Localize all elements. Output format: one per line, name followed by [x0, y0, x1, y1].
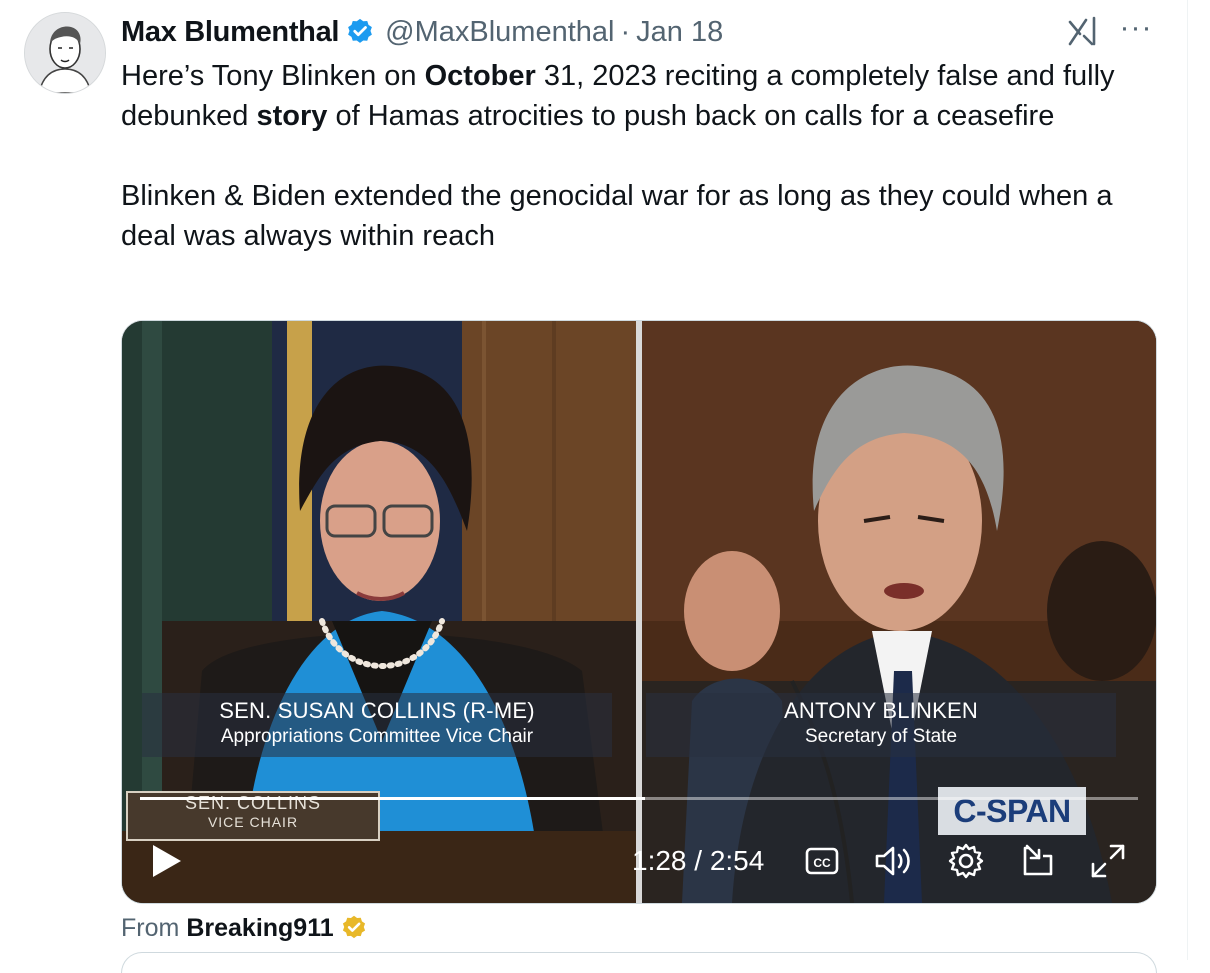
author-handle[interactable]: @MaxBlumenthal	[385, 16, 614, 49]
lower-third-left: SEN. SUSAN COLLINS (R-ME) Appropriations…	[142, 693, 612, 757]
header-separator: ·	[620, 15, 631, 48]
tweet-paragraph-1: Here’s Tony Blinken on October 31, 2023 …	[121, 56, 1161, 136]
tweet-text-segment: Here’s Tony Blinken on	[121, 60, 425, 92]
source-account[interactable]: Breaking911	[186, 914, 333, 943]
fullscreen-icon[interactable]	[1086, 839, 1130, 883]
tweet-text-bold: October	[424, 60, 536, 92]
avatar[interactable]	[24, 12, 106, 94]
volume-icon[interactable]	[872, 839, 916, 883]
verified-badge-icon[interactable]	[345, 17, 375, 47]
progress-fill	[140, 797, 645, 800]
gold-verified-icon[interactable]	[340, 914, 368, 942]
timeline-border	[1187, 0, 1188, 960]
avatar-illustration	[25, 13, 105, 93]
video-player[interactable]: SEN. SUSAN COLLINS (R-ME) Appropriations…	[121, 320, 1157, 904]
speaker-title-left: Appropriations Committee Vice Chair	[220, 726, 534, 747]
tweet-text-bold: story	[256, 100, 328, 132]
tweet-date[interactable]: Jan 18	[636, 16, 723, 49]
more-icon[interactable]: ···	[1118, 13, 1154, 46]
tweet-text: Here’s Tony Blinken on October 31, 2023 …	[121, 56, 1161, 256]
video-source: From Breaking911	[121, 908, 368, 948]
pip-icon[interactable]	[1016, 839, 1060, 883]
nameplate-name: SEN. COLLINS	[184, 793, 322, 813]
svg-text:CC: CC	[813, 856, 831, 870]
cc-icon[interactable]: CC	[802, 843, 842, 879]
speaker-title-right: Secretary of State	[804, 726, 958, 747]
video-controls: 1:28 / 2:54 CC	[122, 821, 1156, 901]
lower-third-right: ANTONY BLINKEN Secretary of State	[646, 693, 1116, 757]
play-icon[interactable]	[144, 839, 188, 883]
next-tweet-card-edge	[121, 952, 1157, 973]
time-display: 1:28 / 2:54	[632, 845, 765, 876]
speaker-name-left: SEN. SUSAN COLLINS (R-ME)	[219, 698, 535, 723]
settings-icon[interactable]	[944, 839, 988, 883]
tweet-text-segment: of Hamas atrocities to push back on call…	[327, 100, 1055, 132]
author-name[interactable]: Max Blumenthal	[121, 16, 339, 49]
speaker-name-right: ANTONY BLINKEN	[784, 698, 978, 723]
source-label: From	[121, 913, 180, 942]
tweet-header: Max Blumenthal @MaxBlumenthal · Jan 18	[121, 14, 723, 50]
grok-icon[interactable]	[1066, 14, 1100, 48]
tweet-paragraph-2: Blinken & Biden extended the genocidal w…	[121, 180, 1113, 252]
